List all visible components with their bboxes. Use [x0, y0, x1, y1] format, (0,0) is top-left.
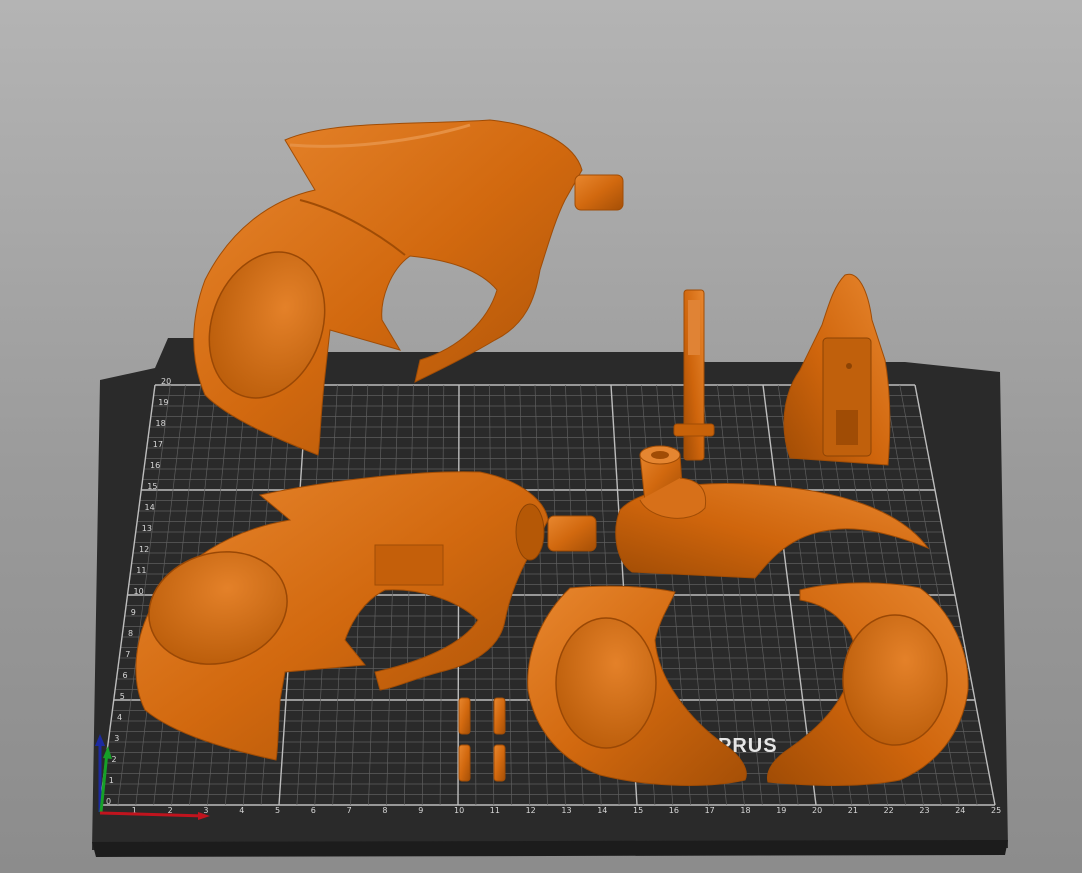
- bed-frame-edge: [92, 840, 1008, 857]
- x-tick-label: 10: [454, 806, 464, 815]
- y-tick-label: 11: [136, 566, 146, 575]
- y-tick-label: 1: [109, 776, 114, 785]
- y-tick-label: 8: [128, 629, 133, 638]
- x-tick-label: 21: [848, 806, 858, 815]
- x-tick-label: 18: [740, 806, 750, 815]
- x-tick-label: 3: [203, 806, 208, 815]
- pin-2: [493, 697, 506, 735]
- y-tick-label: 5: [120, 692, 125, 701]
- y-tick-label: 17: [153, 440, 163, 449]
- plate-dish: [555, 617, 657, 749]
- y-tick-label: 10: [134, 587, 144, 596]
- pin-1: [458, 697, 471, 735]
- y-tick-label: 6: [123, 671, 128, 680]
- x-tick-label: 13: [561, 806, 571, 815]
- x-tick-label: 17: [705, 806, 715, 815]
- pin-4: [493, 744, 506, 782]
- y-tick-label: 13: [142, 524, 152, 533]
- x-tick-label: 16: [669, 806, 679, 815]
- plate-dish: [842, 614, 948, 746]
- x-tick-label: 8: [382, 806, 387, 815]
- x-tick-label: 24: [955, 806, 965, 815]
- x-tick-label: 22: [884, 806, 894, 815]
- x-tick-label: 6: [311, 806, 316, 815]
- 3d-viewport[interactable]: 1 2 3 4 5 6 7 8 9 10 11 12 13 14 15 16 17 18 19 20 21 22 23 24 2…: [0, 0, 1082, 873]
- y-tick-label: 20: [161, 377, 171, 386]
- y-tick-label: 16: [150, 461, 160, 470]
- y-tick-label: 14: [145, 503, 155, 512]
- y-tick-label: 2: [112, 755, 117, 764]
- barrel-peg: [547, 515, 597, 552]
- x-tick-label: 23: [919, 806, 929, 815]
- y-tick-label: 12: [139, 545, 149, 554]
- barrel-cap[interactable]: [783, 273, 891, 466]
- x-tick-label: 5: [275, 806, 280, 815]
- y-tick-label: 3: [114, 734, 119, 743]
- barrel-peg: [574, 174, 624, 211]
- x-tick-label: 11: [490, 806, 500, 815]
- y-tick-label: 7: [125, 650, 130, 659]
- x-tick-label: 25: [991, 806, 1001, 815]
- y-tick-label: 4: [117, 713, 122, 722]
- x-tick-label: 4: [239, 806, 244, 815]
- y-tick-label: 18: [156, 419, 166, 428]
- y-tick-label: 15: [147, 482, 157, 491]
- x-tick-label: 12: [526, 806, 536, 815]
- y-tick-label: 19: [158, 398, 168, 407]
- x-tick-label: 19: [776, 806, 786, 815]
- x-tick-label: 15: [633, 806, 643, 815]
- y-tick-label: 9: [131, 608, 136, 617]
- x-tick-label: 7: [347, 806, 352, 815]
- y-tick-label: 0: [106, 797, 111, 806]
- x-tick-label: 9: [418, 806, 423, 815]
- x-tick-label: 14: [597, 806, 607, 815]
- x-tick-label: 20: [812, 806, 822, 815]
- pin-3: [458, 744, 471, 782]
